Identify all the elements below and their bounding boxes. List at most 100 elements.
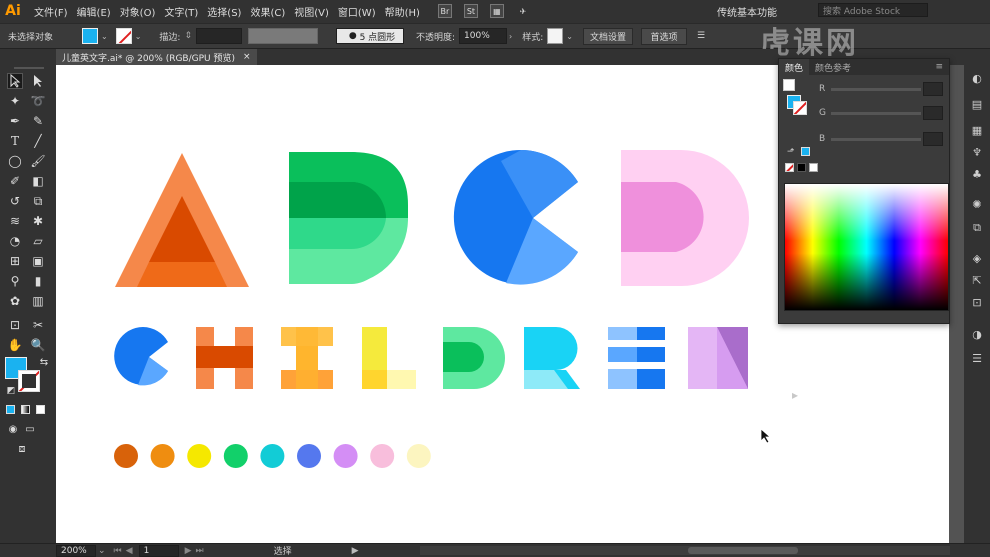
bridge-button[interactable]: Br xyxy=(437,4,452,18)
stroke-panel-icon[interactable]: ☰ xyxy=(970,351,984,365)
palette-dot[interactable] xyxy=(370,444,395,468)
zoom-field[interactable]: 200% xyxy=(56,544,96,557)
none-mode-icon[interactable] xyxy=(36,405,45,414)
stroke-weight-field[interactable] xyxy=(196,28,242,44)
letter-l[interactable] xyxy=(362,327,416,389)
brush-definition-dropdown[interactable]: ● 5 点圆形 xyxy=(336,28,404,44)
none-swatch[interactable] xyxy=(785,163,794,172)
menu-object[interactable]: 对象(O) xyxy=(120,4,156,19)
menu-window[interactable]: 窗口(W) xyxy=(338,4,376,19)
menu-edit[interactable]: 编辑(E) xyxy=(77,4,111,19)
letter-c-small[interactable] xyxy=(114,327,168,386)
symbol-sprayer-icon[interactable]: ✿ xyxy=(7,293,23,309)
type-tool-icon[interactable]: T xyxy=(7,133,23,149)
channel-r-slider[interactable] xyxy=(831,87,921,91)
line-tool-icon[interactable]: ╱ xyxy=(30,133,46,149)
menu-file[interactable]: 文件(F) xyxy=(34,4,68,19)
draw-normal-icon[interactable]: ◉ xyxy=(5,421,21,437)
letter-c[interactable] xyxy=(453,149,578,285)
swap-fill-stroke-icon[interactable]: ⇆ xyxy=(36,354,52,370)
letter-e[interactable] xyxy=(608,327,665,389)
palette-dot[interactable] xyxy=(406,444,431,468)
palette-dot[interactable] xyxy=(223,444,248,468)
default-colors-icon[interactable]: ◩ xyxy=(3,383,19,399)
lasso-icon[interactable]: ➰ xyxy=(30,93,46,109)
screen-mode-icon[interactable]: ▭ xyxy=(22,421,38,437)
curvature-tool-icon[interactable]: ✎ xyxy=(30,113,46,129)
direct-selection-tool-icon[interactable] xyxy=(30,73,46,89)
channel-b-slider[interactable] xyxy=(831,137,921,141)
tab-color[interactable]: 颜色 xyxy=(779,59,810,75)
workspace-switcher[interactable]: 传统基本功能 xyxy=(717,4,777,19)
appearance-icon[interactable]: ✺ xyxy=(970,197,984,211)
channel-g-field[interactable] xyxy=(923,106,943,120)
stroke-swatch[interactable] xyxy=(115,28,132,44)
graph-tool-icon[interactable]: ▮ xyxy=(30,273,46,289)
fill-swatch[interactable] xyxy=(82,28,98,44)
graphic-style-swatch[interactable] xyxy=(547,28,564,44)
chevron-down-icon[interactable]: ⌄ xyxy=(98,546,106,556)
artboard-tool-icon[interactable]: ⊡ xyxy=(7,317,23,333)
white-swatch[interactable] xyxy=(809,163,818,172)
palette-dot[interactable] xyxy=(260,444,285,468)
properties-icon[interactable]: ◐ xyxy=(970,71,984,85)
eraser-icon[interactable]: ◧ xyxy=(30,173,46,189)
horizontal-scrollbar[interactable] xyxy=(420,546,950,555)
letter-r[interactable] xyxy=(524,327,580,389)
menu-select[interactable]: 选择(S) xyxy=(207,4,241,19)
menu-view[interactable]: 视图(V) xyxy=(294,4,329,19)
channel-g-slider[interactable] xyxy=(831,111,921,115)
last-artboard-icon[interactable]: ⏭ xyxy=(196,546,204,556)
nearest-color-swatch[interactable] xyxy=(801,147,810,156)
channel-b-field[interactable] xyxy=(923,132,943,146)
pen-tool-icon[interactable]: ✒ xyxy=(7,113,23,129)
tab-color-guide[interactable]: 颜色参考 xyxy=(809,59,857,75)
preferences-button[interactable]: 首选项 xyxy=(641,27,687,45)
letter-d[interactable] xyxy=(621,150,749,286)
gpu-performance-icon[interactable]: ✈ xyxy=(516,4,530,18)
perspective-grid-icon[interactable]: ▱ xyxy=(30,233,46,249)
change-screen-mode-icon[interactable]: ⧈ xyxy=(14,441,30,457)
menu-type[interactable]: 文字(T) xyxy=(164,4,198,19)
layers-panel-icon[interactable]: ▤ xyxy=(970,97,984,111)
palette-dot[interactable] xyxy=(114,444,138,468)
letter-h[interactable] xyxy=(196,327,253,389)
stock-search-input[interactable]: 搜索 Adobe Stock xyxy=(818,3,928,17)
letter-a[interactable] xyxy=(115,153,249,287)
palette-dot[interactable] xyxy=(333,444,358,468)
chevron-down-icon[interactable]: ⌄ xyxy=(135,32,142,41)
chevron-down-icon[interactable]: ⌄ xyxy=(101,32,108,41)
close-icon[interactable]: × xyxy=(243,52,251,62)
brushes-icon[interactable]: ♆ xyxy=(970,145,984,159)
column-graph-icon[interactable]: ▥ xyxy=(30,293,46,309)
variable-width-profile[interactable] xyxy=(248,28,318,44)
slice-tool-icon[interactable]: ✂ xyxy=(30,317,46,333)
menu-effect[interactable]: 效果(C) xyxy=(250,4,285,19)
stepper-icon[interactable]: ⇕ xyxy=(184,31,192,41)
document-setup-button[interactable]: 文档设置 xyxy=(583,27,633,45)
stroke-color-box[interactable] xyxy=(18,370,40,392)
layers-icon[interactable]: ◈ xyxy=(970,251,984,265)
color-spectrum[interactable] xyxy=(784,183,949,311)
palette-dot[interactable] xyxy=(297,444,321,468)
magic-wand-icon[interactable]: ✦ xyxy=(7,93,23,109)
status-menu-arrow-icon[interactable]: ▶ xyxy=(352,546,359,556)
arrange-documents-icon[interactable]: ▦ xyxy=(489,4,504,18)
gradient-tool-icon[interactable]: ▣ xyxy=(30,253,46,269)
rotate-tool-icon[interactable]: ↺ xyxy=(7,193,23,209)
asset-export-icon[interactable]: ⊡ xyxy=(970,295,984,309)
letter-n[interactable] xyxy=(688,327,748,389)
mesh-tool-icon[interactable]: ⊞ xyxy=(7,253,23,269)
stock-button[interactable]: St xyxy=(463,4,478,18)
out-of-gamut-icon[interactable]: ⬏ xyxy=(787,147,795,157)
channel-r-field[interactable] xyxy=(923,82,943,96)
black-swatch[interactable] xyxy=(797,163,806,172)
gradient-mode-icon[interactable] xyxy=(21,405,30,414)
libraries-icon[interactable]: ▦ xyxy=(970,123,984,137)
hand-tool-icon[interactable]: ✋ xyxy=(7,337,23,353)
document-tab[interactable]: 儿童英文字.ai* @ 200% (RGB/GPU 预览) × xyxy=(56,49,257,65)
panel-stroke-swatch[interactable] xyxy=(793,101,807,115)
puppet-warp-icon[interactable]: ✱ xyxy=(30,213,46,229)
paintbrush-icon[interactable]: 🖌 xyxy=(30,153,46,169)
color-mode-icon[interactable] xyxy=(6,405,15,414)
